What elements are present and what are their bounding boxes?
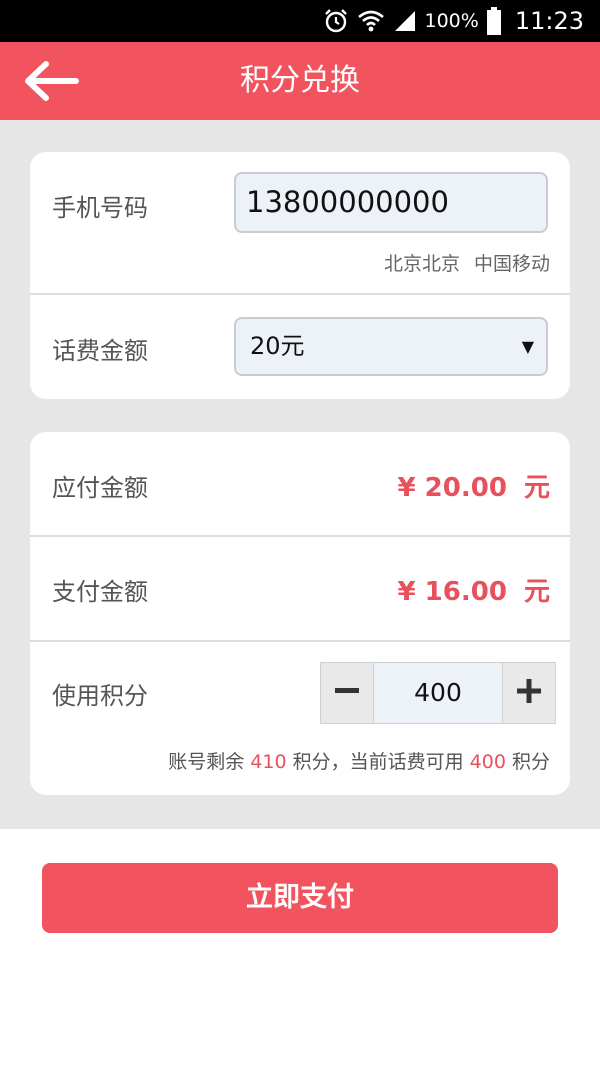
payable-amount: ¥ 20.00 元 bbox=[398, 467, 550, 504]
battery-icon bbox=[486, 7, 501, 35]
note-suffix: 积分 bbox=[511, 751, 550, 773]
alarm-icon bbox=[323, 8, 349, 34]
points-stepper: 400 bbox=[320, 662, 556, 724]
phone-label: 手机号码 bbox=[52, 194, 148, 222]
divider bbox=[30, 293, 570, 295]
note-prefix: 账号剩余 bbox=[168, 751, 245, 773]
points-label: 使用积分 bbox=[52, 682, 148, 710]
payable-label: 应付金额 bbox=[52, 474, 148, 502]
minus-icon bbox=[334, 678, 360, 708]
currency-symbol: ¥ bbox=[397, 577, 416, 607]
pay-now-button[interactable]: 立即支付 bbox=[42, 863, 558, 933]
wifi-icon bbox=[357, 8, 385, 34]
pay-label: 支付金额 bbox=[52, 578, 148, 606]
signal-icon bbox=[393, 9, 417, 33]
amount-label: 话费金额 bbox=[52, 337, 148, 365]
pay-unit: 元 bbox=[523, 577, 550, 607]
recharge-amount-select[interactable]: 20元 ▼ bbox=[234, 317, 548, 376]
page-title: 积分兑换 bbox=[240, 63, 360, 98]
divider bbox=[30, 535, 570, 537]
status-time: 11:23 bbox=[514, 7, 584, 35]
app-header: 积分兑换 bbox=[0, 42, 600, 120]
note-middle: 积分，当前话费可用 bbox=[292, 751, 464, 773]
recharge-card: 手机号码 13800000000 北京北京 中国移动 话费金额 20元 ▼ bbox=[30, 152, 570, 399]
dropdown-arrow-icon: ▼ bbox=[521, 337, 534, 356]
pay-amount: ¥ 16.00 元 bbox=[398, 571, 550, 608]
points-note: 账号剩余 410 积分，当前话费可用 400 积分 bbox=[168, 747, 550, 774]
points-input[interactable]: 400 bbox=[374, 663, 502, 723]
payable-unit: 元 bbox=[523, 473, 550, 503]
status-icons: 100% 11:23 bbox=[323, 0, 584, 42]
carrier-info: 北京北京 中国移动 bbox=[384, 249, 550, 276]
decrease-points-button[interactable] bbox=[321, 663, 374, 723]
phone-number-input[interactable]: 13800000000 bbox=[234, 172, 548, 233]
main-content: 手机号码 13800000000 北京北京 中国移动 话费金额 20元 ▼ 应付金… bbox=[0, 120, 600, 829]
currency-symbol: ¥ bbox=[397, 473, 416, 503]
status-bar: 100% 11:23 bbox=[0, 0, 600, 42]
increase-points-button[interactable] bbox=[502, 663, 555, 723]
plus-icon bbox=[516, 678, 542, 708]
divider bbox=[30, 640, 570, 642]
payment-card: 应付金额 ¥ 20.00 元 支付金额 ¥ 16.00 元 使用积分 400 账… bbox=[30, 432, 570, 795]
phone-location: 北京北京 bbox=[383, 253, 460, 275]
payable-value: 20.00 bbox=[424, 473, 507, 503]
battery-percent: 100% bbox=[424, 10, 479, 32]
usable-points: 400 bbox=[469, 751, 506, 773]
remaining-points: 410 bbox=[250, 751, 287, 773]
phone-carrier: 中国移动 bbox=[473, 253, 550, 275]
selected-amount: 20元 bbox=[250, 332, 305, 360]
pay-value: 16.00 bbox=[424, 577, 507, 607]
